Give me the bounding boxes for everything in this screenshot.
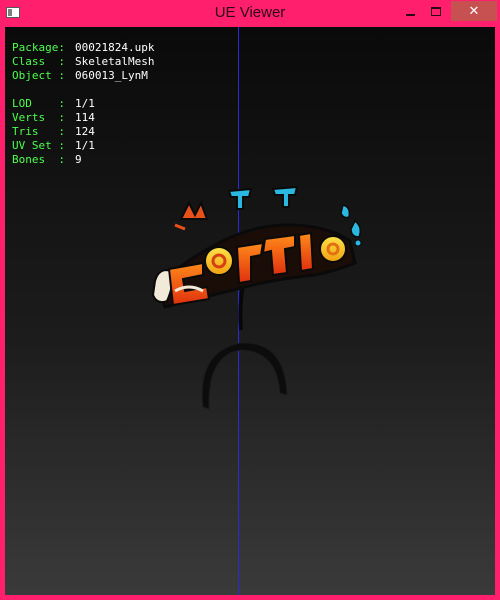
info-label: LOD : xyxy=(12,97,65,110)
info-value: 1/1 xyxy=(75,97,95,110)
close-icon: ✕ xyxy=(468,3,480,19)
info-value: 114 xyxy=(75,111,95,124)
3d-viewport[interactable]: Package: 00021824.upk Class : SkeletalMesh… xyxy=(5,27,495,595)
info-value: 060013_LynM xyxy=(75,69,148,82)
info-label: Class : xyxy=(12,55,65,68)
info-value: SkeletalMesh xyxy=(75,55,155,68)
minimize-button[interactable] xyxy=(398,1,423,21)
info-value: 00021824.upk xyxy=(75,41,155,54)
info-label: Bones : xyxy=(12,153,65,166)
ue-viewer-window: UE Viewer ✕ Package: 00021824.upk Class :… xyxy=(0,0,500,600)
mesh-info-overlay: Package: 00021824.upk Class : SkeletalMesh… xyxy=(12,41,154,167)
info-verts: Verts : 114 xyxy=(12,111,154,125)
close-button[interactable]: ✕ xyxy=(451,1,497,21)
info-lod: LOD : 1/1 xyxy=(12,97,154,111)
info-label: Object : xyxy=(12,69,65,82)
info-value: 1/1 xyxy=(75,139,95,152)
info-label: Package: xyxy=(12,41,65,54)
maximize-icon xyxy=(430,6,441,16)
info-label: UV Set : xyxy=(12,139,65,152)
info-label: Tris : xyxy=(12,125,65,138)
info-bones: Bones : 9 xyxy=(12,153,154,167)
minimize-icon xyxy=(406,14,415,16)
info-tris: Tris : 124 xyxy=(12,125,154,139)
maximize-button[interactable] xyxy=(423,1,448,21)
info-uvset: UV Set : 1/1 xyxy=(12,139,154,153)
info-class: Class : SkeletalMesh xyxy=(12,55,154,69)
info-package: Package: 00021824.upk xyxy=(12,41,154,55)
info-value: 9 xyxy=(75,153,82,166)
title-bar[interactable]: UE Viewer ✕ xyxy=(0,0,500,27)
info-object: Object : 060013_LynM xyxy=(12,69,154,83)
info-value: 124 xyxy=(75,125,95,138)
info-label: Verts : xyxy=(12,111,65,124)
skeletal-mesh-render xyxy=(151,185,362,410)
